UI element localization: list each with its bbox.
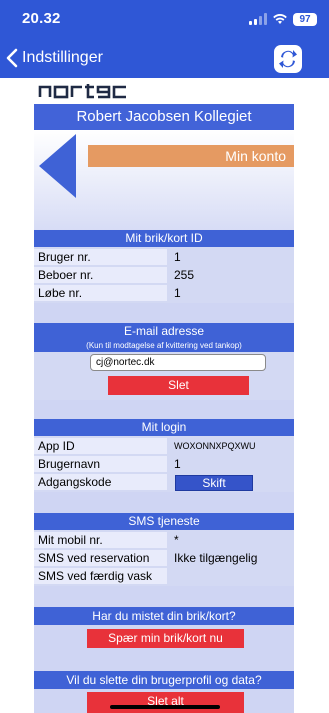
login-heading: Mit login bbox=[34, 419, 294, 436]
row-label: Brugernavn bbox=[34, 456, 167, 472]
row-value: 1 bbox=[174, 250, 181, 264]
signal-icon bbox=[249, 13, 267, 25]
logo-box bbox=[34, 78, 294, 104]
settings-page: Robert Jacobsen Kollegiet Min konto Mit … bbox=[0, 78, 329, 713]
block-card-button[interactable]: Spær min brik/kort nu bbox=[87, 629, 244, 648]
row-label: Adgangskode bbox=[34, 474, 167, 490]
top-bar: 20.32 97 Indstillinger bbox=[0, 0, 329, 78]
lost-card-heading: Har du mistet din brik/kort? bbox=[34, 607, 294, 625]
row-label: Mit mobil nr. bbox=[34, 532, 167, 548]
row-label: SMS ved reservation bbox=[34, 550, 167, 566]
login-section: App ID WOXONNXPQXWU Brugernavn 1 Adgangs… bbox=[34, 436, 294, 492]
sms-heading: SMS tjeneste bbox=[34, 513, 294, 530]
row-value: 1 bbox=[174, 286, 181, 300]
table-row: Løbe nr. 1 bbox=[34, 285, 294, 302]
row-label: App ID bbox=[34, 438, 167, 454]
chevron-left-icon bbox=[6, 48, 18, 68]
sms-section: Mit mobil nr. * SMS ved reservation Ikke… bbox=[34, 530, 294, 586]
app-id-value: WOXONNXPQXWU bbox=[174, 441, 256, 451]
table-row: Adgangskode bbox=[34, 474, 294, 491]
table-row: Beboer nr. 255 bbox=[34, 267, 294, 284]
nortec-logo bbox=[38, 84, 126, 99]
delete-all-button[interactable]: Slet alt bbox=[87, 692, 244, 713]
delete-profile-heading: Vil du slette din brugerprofil og data? bbox=[34, 671, 294, 689]
page-title: Robert Jacobsen Kollegiet bbox=[34, 104, 294, 130]
back-arrow-icon[interactable] bbox=[39, 134, 77, 198]
back-label: Indstillinger bbox=[22, 49, 103, 66]
account-label: Min konto bbox=[88, 145, 294, 167]
change-password-button[interactable]: Skift bbox=[175, 475, 253, 491]
email-heading: E-mail adresse bbox=[34, 323, 294, 340]
row-value: Ikke tilgængelig bbox=[174, 551, 258, 565]
table-row: Brugernavn 1 bbox=[34, 456, 294, 473]
email-subheading: (Kun til modtagelse af kvittering ved ta… bbox=[34, 340, 294, 352]
row-value: 255 bbox=[174, 268, 195, 282]
status-icons: 97 bbox=[249, 12, 317, 26]
back-button[interactable]: Indstillinger bbox=[6, 46, 103, 70]
table-row: Mit mobil nr. * bbox=[34, 532, 294, 549]
battery-icon: 97 bbox=[293, 12, 317, 26]
row-value: * bbox=[174, 533, 179, 547]
card-id-section: Bruger nr. 1 Beboer nr. 255 Løbe nr. 1 bbox=[34, 247, 294, 303]
table-row: Bruger nr. 1 bbox=[34, 249, 294, 266]
table-row: SMS ved reservation Ikke tilgængelig bbox=[34, 550, 294, 567]
card-id-heading: Mit brik/kort ID bbox=[34, 230, 294, 247]
table-row: SMS ved færdig vask bbox=[34, 568, 294, 585]
row-value: 1 bbox=[174, 457, 181, 471]
home-indicator bbox=[110, 705, 220, 709]
email-field[interactable]: cj@nortec.dk bbox=[90, 354, 266, 371]
row-label: Beboer nr. bbox=[34, 267, 167, 283]
table-row: App ID WOXONNXPQXWU bbox=[34, 438, 294, 455]
delete-email-button[interactable]: Slet bbox=[108, 376, 249, 395]
row-label: SMS ved færdig vask bbox=[34, 568, 167, 584]
wifi-icon bbox=[273, 14, 287, 24]
sync-icon[interactable] bbox=[273, 44, 303, 74]
status-time: 20.32 bbox=[22, 10, 61, 27]
row-label: Løbe nr. bbox=[34, 285, 167, 301]
row-label: Bruger nr. bbox=[34, 249, 167, 265]
